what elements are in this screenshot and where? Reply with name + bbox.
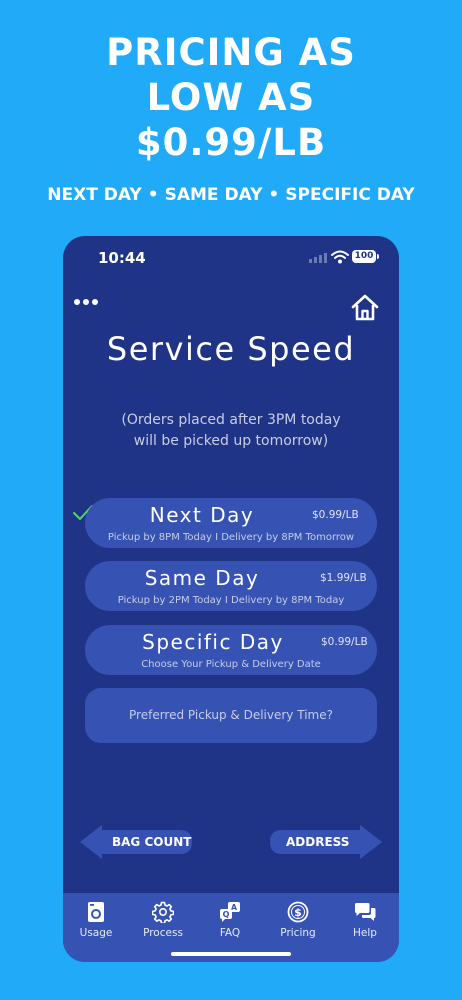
option-detail: Pickup by 8PM Today I Delivery by 8PM To… [107, 532, 355, 543]
chat-bubbles-icon [355, 903, 376, 921]
promo-subline: NEXT DAY • SAME DAY • SPECIFIC DAY [0, 185, 462, 205]
promo-headline: PRICING AS LOW AS $0.99/LB [0, 30, 462, 165]
tab-pricing[interactable]: $ Pricing [268, 901, 328, 939]
preferred-time-button[interactable]: Preferred Pickup & Delivery Time? [85, 688, 377, 743]
wifi-icon [331, 250, 349, 264]
tab-usage[interactable]: Usage [66, 901, 126, 939]
status-bar: 10:44 100 [63, 236, 399, 280]
option-name: Next Day [149, 503, 255, 527]
headline-line: LOW AS [146, 76, 316, 119]
option-price: $1.99/LB [320, 572, 367, 584]
home-icon[interactable] [350, 293, 380, 321]
battery-icon: 100 [352, 250, 379, 263]
note-line: (Orders placed after 3PM today [121, 412, 341, 428]
tab-faq[interactable]: A Q FAQ [200, 901, 260, 939]
qa-bubbles-icon: A Q [220, 902, 240, 922]
subline-item: NEXT DAY [47, 185, 142, 205]
svg-text:$: $ [294, 906, 302, 919]
cellular-signal-icon [309, 253, 327, 263]
note-line: will be picked up tomorrow) [133, 433, 329, 449]
tab-help[interactable]: Help [335, 901, 395, 939]
option-name: Specific Day [142, 630, 284, 654]
option-detail: Choose Your Pickup & Delivery Date [141, 659, 321, 670]
option-name: Same Day [144, 566, 260, 590]
tab-label: Pricing [280, 927, 316, 939]
dollar-coin-icon: $ [287, 901, 309, 923]
separator-dot: • [147, 185, 159, 205]
next-label: ADDRESS [286, 835, 350, 849]
cutoff-note: (Orders placed after 3PM today will be p… [63, 410, 399, 452]
back-label: BAG COUNT [112, 835, 192, 849]
tab-label: Process [143, 927, 183, 939]
headline-line: PRICING AS [106, 31, 356, 74]
subline-item: SPECIFIC DAY [285, 185, 415, 205]
tab-process[interactable]: Process [133, 901, 193, 939]
option-price: $0.99/LB [312, 509, 359, 521]
back-bag-count-button[interactable]: BAG COUNT [80, 825, 192, 859]
tab-label: FAQ [219, 927, 241, 939]
option-specific-day[interactable]: Specific Day $0.99/LB Choose Your Pickup… [85, 625, 377, 675]
option-price: $0.99/LB [321, 636, 368, 648]
subline-item: SAME DAY [164, 185, 263, 205]
more-menu-icon[interactable] [74, 299, 98, 305]
gear-icon [152, 901, 174, 923]
status-time: 10:44 [98, 249, 146, 267]
option-same-day[interactable]: Same Day $1.99/LB Pickup by 2PM Today I … [85, 561, 377, 611]
svg-text:Q: Q [223, 910, 230, 919]
washing-machine-icon [88, 902, 104, 922]
home-indicator [171, 952, 291, 956]
tab-label: Usage [79, 927, 113, 939]
next-address-button[interactable]: ADDRESS [270, 825, 382, 859]
option-detail: Pickup by 2PM Today I Delivery by 8PM To… [117, 595, 345, 606]
option-next-day[interactable]: Next Day $0.99/LB Pickup by 8PM Today I … [85, 498, 377, 548]
phone-screen: 10:44 100 Service Speed (Orders placed a… [63, 236, 399, 962]
page-title: Service Speed [106, 330, 356, 368]
headline-line: $0.99/LB [135, 121, 327, 164]
tab-label: Help [353, 927, 377, 939]
separator-dot: • [268, 185, 280, 205]
